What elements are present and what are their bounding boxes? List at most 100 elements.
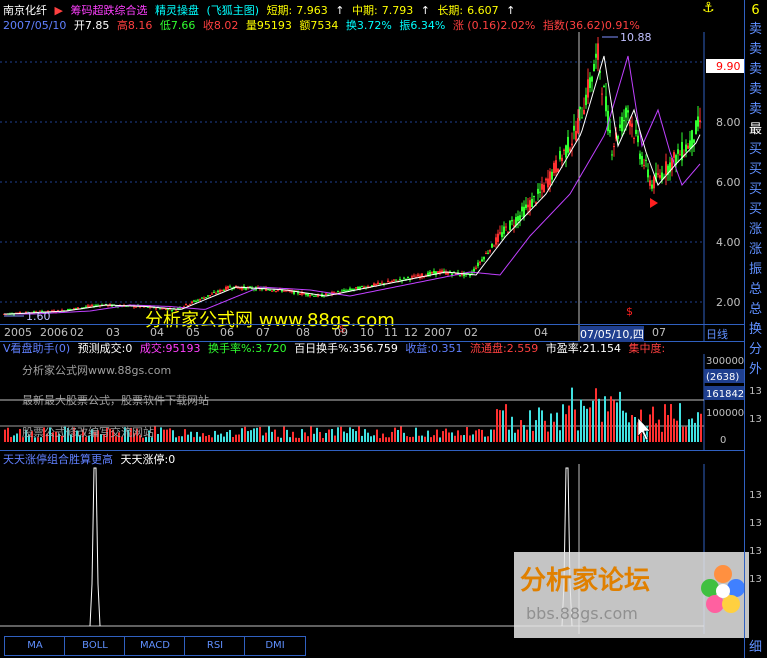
candle-body: [697, 116, 699, 127]
right-sidebar: 6 卖 卖 卖 卖 卖 最 买 买 买 买 涨 涨 振 总 总 换 分 外 13…: [744, 0, 767, 658]
volume-bar: [172, 430, 174, 442]
high-price-label: 10.88: [620, 32, 652, 44]
volume-bar: [337, 427, 339, 442]
triangle-icon[interactable]: ▶: [55, 4, 63, 17]
candle-body: [361, 285, 363, 287]
candle-body: [219, 290, 221, 293]
volume-bar: [154, 426, 156, 442]
right-panel-item[interactable]: 分: [744, 342, 767, 357]
candle-body: [699, 120, 701, 123]
volume-bar: [400, 426, 402, 442]
right-panel-item[interactable]: 外: [744, 362, 767, 377]
volume-bar: [499, 410, 501, 442]
tab-boll[interactable]: BOLL: [64, 636, 126, 656]
price-chart[interactable]: 8.00 6.00 4.00 2.00 9.90 10.88 1.60 $ $: [0, 32, 744, 342]
candle-body: [209, 295, 211, 297]
right-panel-item[interactable]: 涨: [744, 242, 767, 257]
volume-bar: [436, 429, 438, 442]
volume-bar: [391, 431, 393, 442]
right-panel-item[interactable]: 卖: [744, 22, 767, 37]
right-panel-item[interactable]: 卖: [744, 102, 767, 117]
right-panel-item[interactable]: 总: [744, 302, 767, 317]
candle-body: [377, 282, 379, 285]
volume-bar: [592, 400, 594, 442]
anchor-icon[interactable]: ⚓: [702, 0, 715, 16]
volume-bar: [517, 429, 519, 442]
candle-body: [373, 283, 375, 287]
volume-bar: [535, 420, 537, 442]
volume-bar: [304, 432, 306, 442]
tab-macd[interactable]: MACD: [124, 636, 186, 656]
volume-bar: [544, 420, 546, 442]
candle-body: [649, 180, 651, 186]
volume-bar: [169, 428, 171, 442]
candle-body: [197, 299, 199, 301]
right-panel-item[interactable]: 卖: [744, 42, 767, 57]
volume-bar: [316, 427, 318, 442]
volume-bar: [280, 437, 282, 442]
candle-body: [477, 262, 479, 267]
right-panel-item[interactable]: 买: [744, 202, 767, 217]
volume-bar: [220, 433, 222, 442]
tab-ma[interactable]: MA: [4, 636, 66, 656]
right-panel-item[interactable]: 6: [744, 3, 767, 18]
quote-date: 2007/05/10: [3, 19, 67, 32]
time-label: 02: [70, 326, 84, 339]
right-panel-item[interactable]: 总: [744, 282, 767, 297]
volume-bar: [673, 418, 675, 442]
volume-bar: [283, 426, 285, 442]
volume-bar: [331, 428, 333, 442]
tab-dmi[interactable]: DMI: [244, 636, 306, 656]
right-panel-item[interactable]: 卖: [744, 62, 767, 77]
right-panel-bottom[interactable]: 细: [744, 640, 767, 655]
candle-body: [399, 279, 401, 281]
right-panel-item[interactable]: 最: [744, 122, 767, 137]
right-panel-item[interactable]: 买: [744, 142, 767, 157]
candle-body: [355, 287, 357, 289]
moving-average-long: [4, 55, 701, 315]
right-panel-item[interactable]: 换: [744, 322, 767, 337]
mid-label: 中期:: [352, 4, 378, 17]
volume-tick-label: 161842: [706, 389, 744, 400]
right-panel-item[interactable]: 买: [744, 182, 767, 197]
volume-bar: [664, 404, 666, 442]
right-panel-item[interactable]: 卖: [744, 82, 767, 97]
volume-bar: [511, 416, 513, 442]
volume-bar: [442, 431, 444, 442]
period-label[interactable]: 日线: [706, 326, 728, 342]
candle-body: [691, 130, 693, 148]
candle-body: [609, 129, 611, 133]
volume-bar: [586, 408, 588, 442]
volume-bar: [406, 436, 408, 442]
right-panel-item[interactable]: 涨: [744, 222, 767, 237]
stock-name[interactable]: 南京化纤: [3, 4, 47, 17]
volume-bar: [658, 419, 660, 442]
right-panel-item[interactable]: 振: [744, 262, 767, 277]
candle-body: [511, 220, 513, 222]
long-label: 长期:: [437, 4, 464, 17]
time-label: 07: [652, 326, 666, 339]
right-panel-item[interactable]: 买: [744, 162, 767, 177]
volume-bar: [487, 436, 489, 442]
candle-body: [213, 291, 215, 293]
candle-body: [475, 267, 477, 269]
time-label: 10: [360, 326, 374, 339]
candle-body: [431, 272, 433, 274]
volume-bar: [700, 413, 702, 442]
volume-bar: [682, 426, 684, 442]
short-label: 短期:: [266, 4, 293, 17]
candle-body: [375, 283, 377, 285]
volume-bar: [490, 429, 492, 442]
volume-bar: [580, 399, 582, 442]
time-label: 03: [106, 326, 120, 339]
candle-body: [387, 280, 389, 283]
candle-body: [529, 200, 531, 211]
volume-bar: [550, 413, 552, 442]
candle-body: [199, 299, 201, 301]
tab-rsi[interactable]: RSI: [184, 636, 246, 656]
volume-bar: [481, 429, 483, 442]
quote-amount: 额7534: [299, 19, 339, 32]
volume-chart[interactable]: 分析家公式网www.88gs.com 最新最大股票公式，股票软件下载网站 股票公…: [0, 354, 744, 450]
volume-bar: [349, 427, 351, 442]
indicator-name[interactable]: 筹码超跌综合选: [70, 4, 147, 17]
